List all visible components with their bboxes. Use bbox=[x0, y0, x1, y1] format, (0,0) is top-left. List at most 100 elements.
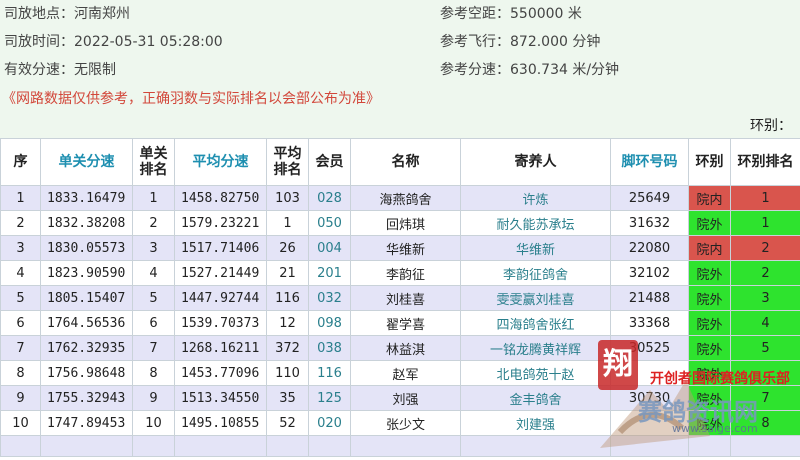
table-row[interactable]: 81756.9864881453.77096110116赵军北电鸽苑十赵院外 bbox=[1, 361, 800, 386]
race-info-panel: 司放地点：河南郑州 司放时间：2022-05-31 05:28:00 有效分速：… bbox=[0, 0, 800, 87]
cell-foster[interactable]: 耐久能苏承坛 bbox=[461, 211, 611, 236]
table-row[interactable]: 101747.89453101495.1085552020张少文刘建强院外8 bbox=[1, 411, 800, 436]
cell-member[interactable]: 020 bbox=[309, 411, 351, 436]
cell-avg-speed: 1458.82750 bbox=[175, 186, 267, 211]
reference-speed: 参考分速：630.734 米/分钟 bbox=[440, 58, 619, 82]
cell-group-rank: 8 bbox=[731, 411, 800, 436]
cell-group: 院外 bbox=[689, 286, 731, 311]
table-row[interactable]: 31830.0557331517.7140626004华维新华维新22080院内… bbox=[1, 236, 800, 261]
empty-cell bbox=[133, 436, 175, 457]
empty-cell bbox=[1, 436, 41, 457]
cell-member[interactable]: 004 bbox=[309, 236, 351, 261]
col-group: 环别 bbox=[689, 139, 731, 186]
cell-foster[interactable]: 李韵征鸽舍 bbox=[461, 261, 611, 286]
cell-single-rank: 3 bbox=[133, 236, 175, 261]
cell-avg-speed: 1517.71406 bbox=[175, 236, 267, 261]
empty-cell bbox=[175, 436, 267, 457]
col-avg-speed[interactable]: 平均分速 bbox=[175, 139, 267, 186]
cell-group: 院外 bbox=[689, 411, 731, 436]
cell-single-speed: 1764.56536 bbox=[41, 311, 133, 336]
table-row[interactable]: 91755.3294391513.3455035125刘强金丰鸽舍30730院外… bbox=[1, 386, 800, 411]
cell-single-rank: 8 bbox=[133, 361, 175, 386]
col-no: 序 bbox=[1, 139, 41, 186]
table-row[interactable]: 21832.3820821579.232211050回炜琪耐久能苏承坛31632… bbox=[1, 211, 800, 236]
cell-no: 8 bbox=[1, 361, 41, 386]
cell-no: 2 bbox=[1, 211, 41, 236]
col-foster: 寄养人 bbox=[461, 139, 611, 186]
cell-foster[interactable]: 北电鸽苑十赵 bbox=[461, 361, 611, 386]
cell-member[interactable]: 038 bbox=[309, 336, 351, 361]
cell-avg-rank: 21 bbox=[267, 261, 309, 286]
cell-avg-rank: 26 bbox=[267, 236, 309, 261]
cell-foster[interactable]: 刘建强 bbox=[461, 411, 611, 436]
empty-cell bbox=[461, 436, 611, 457]
cell-single-rank: 10 bbox=[133, 411, 175, 436]
cell-name: 赵军 bbox=[351, 361, 461, 386]
empty-cell bbox=[309, 436, 351, 457]
cell-member[interactable]: 028 bbox=[309, 186, 351, 211]
disclaimer-notice: 《网路数据仅供参考，正确羽数与实际排名以会部公布为准》 bbox=[0, 87, 800, 111]
table-row[interactable]: 11833.1647911458.82750103028海燕鸽舍许炼25649院… bbox=[1, 186, 800, 211]
cell-member[interactable]: 201 bbox=[309, 261, 351, 286]
cell-member[interactable]: 050 bbox=[309, 211, 351, 236]
col-member: 会员 bbox=[309, 139, 351, 186]
cell-foster[interactable]: 许炼 bbox=[461, 186, 611, 211]
empty-cell bbox=[41, 436, 133, 457]
group-filter-label[interactable]: 环别： bbox=[750, 115, 792, 135]
cell-foster[interactable]: 华维新 bbox=[461, 236, 611, 261]
cell-name: 刘强 bbox=[351, 386, 461, 411]
cell-group: 院外 bbox=[689, 261, 731, 286]
table-row[interactable]: 51805.1540751447.92744116032刘桂喜雯雯赢刘桂喜214… bbox=[1, 286, 800, 311]
results-table: 序 单关分速 单关排名 平均分速 平均排名 会员 名称 寄养人 脚环号码 环别 … bbox=[0, 138, 800, 457]
cell-name: 回炜琪 bbox=[351, 211, 461, 236]
table-row[interactable]: 61764.5653661539.7037312098翟学喜四海鸽舍张红3336… bbox=[1, 311, 800, 336]
reference-flight: 参考飞行：872.000 分钟 bbox=[440, 30, 600, 54]
cell-single-speed: 1805.15407 bbox=[41, 286, 133, 311]
cell-avg-rank: 1 bbox=[267, 211, 309, 236]
cell-group-rank: 2 bbox=[731, 236, 800, 261]
cell-member[interactable]: 125 bbox=[309, 386, 351, 411]
cell-single-speed: 1832.38208 bbox=[41, 211, 133, 236]
cell-avg-speed: 1495.10855 bbox=[175, 411, 267, 436]
cell-single-rank: 2 bbox=[133, 211, 175, 236]
cell-foster[interactable]: 一铭龙腾黄祥辉 bbox=[461, 336, 611, 361]
cell-group: 院外 bbox=[689, 311, 731, 336]
cell-ring bbox=[611, 411, 689, 436]
cell-single-speed: 1747.89453 bbox=[41, 411, 133, 436]
cell-single-speed: 1756.98648 bbox=[41, 361, 133, 386]
cell-single-rank: 1 bbox=[133, 186, 175, 211]
cell-foster[interactable]: 四海鸽舍张红 bbox=[461, 311, 611, 336]
cell-no: 4 bbox=[1, 261, 41, 286]
cell-no: 9 bbox=[1, 386, 41, 411]
cell-foster[interactable]: 雯雯赢刘桂喜 bbox=[461, 286, 611, 311]
cell-avg-rank: 372 bbox=[267, 336, 309, 361]
cell-avg-rank: 35 bbox=[267, 386, 309, 411]
cell-avg-speed: 1453.77096 bbox=[175, 361, 267, 386]
table-row[interactable]: 41823.9059041527.2144921201李韵征李韵征鸽舍32102… bbox=[1, 261, 800, 286]
cell-no: 10 bbox=[1, 411, 41, 436]
table-header: 序 单关分速 单关排名 平均分速 平均排名 会员 名称 寄养人 脚环号码 环别 … bbox=[1, 139, 800, 186]
col-ring[interactable]: 脚环号码 bbox=[611, 139, 689, 186]
cell-ring: 21488 bbox=[611, 286, 689, 311]
col-single-rank: 单关排名 bbox=[133, 139, 175, 186]
col-single-speed[interactable]: 单关分速 bbox=[41, 139, 133, 186]
col-group-rank: 环别排名 bbox=[731, 139, 800, 186]
cell-single-rank: 4 bbox=[133, 261, 175, 286]
cell-ring: 33368 bbox=[611, 311, 689, 336]
cell-single-speed: 1823.90590 bbox=[41, 261, 133, 286]
cell-member[interactable]: 098 bbox=[309, 311, 351, 336]
cell-foster[interactable]: 金丰鸽舍 bbox=[461, 386, 611, 411]
cell-group-rank: 1 bbox=[731, 211, 800, 236]
cell-no: 1 bbox=[1, 186, 41, 211]
cell-group-rank: 2 bbox=[731, 261, 800, 286]
empty-row bbox=[1, 436, 800, 457]
cell-name: 张少文 bbox=[351, 411, 461, 436]
empty-cell bbox=[351, 436, 461, 457]
cell-ring: 25649 bbox=[611, 186, 689, 211]
cell-member[interactable]: 116 bbox=[309, 361, 351, 386]
cell-single-speed: 1833.16479 bbox=[41, 186, 133, 211]
table-row[interactable]: 71762.3293571268.16211372038林益淇一铭龙腾黄祥辉30… bbox=[1, 336, 800, 361]
cell-group-rank bbox=[731, 361, 800, 386]
cell-avg-rank: 12 bbox=[267, 311, 309, 336]
cell-member[interactable]: 032 bbox=[309, 286, 351, 311]
